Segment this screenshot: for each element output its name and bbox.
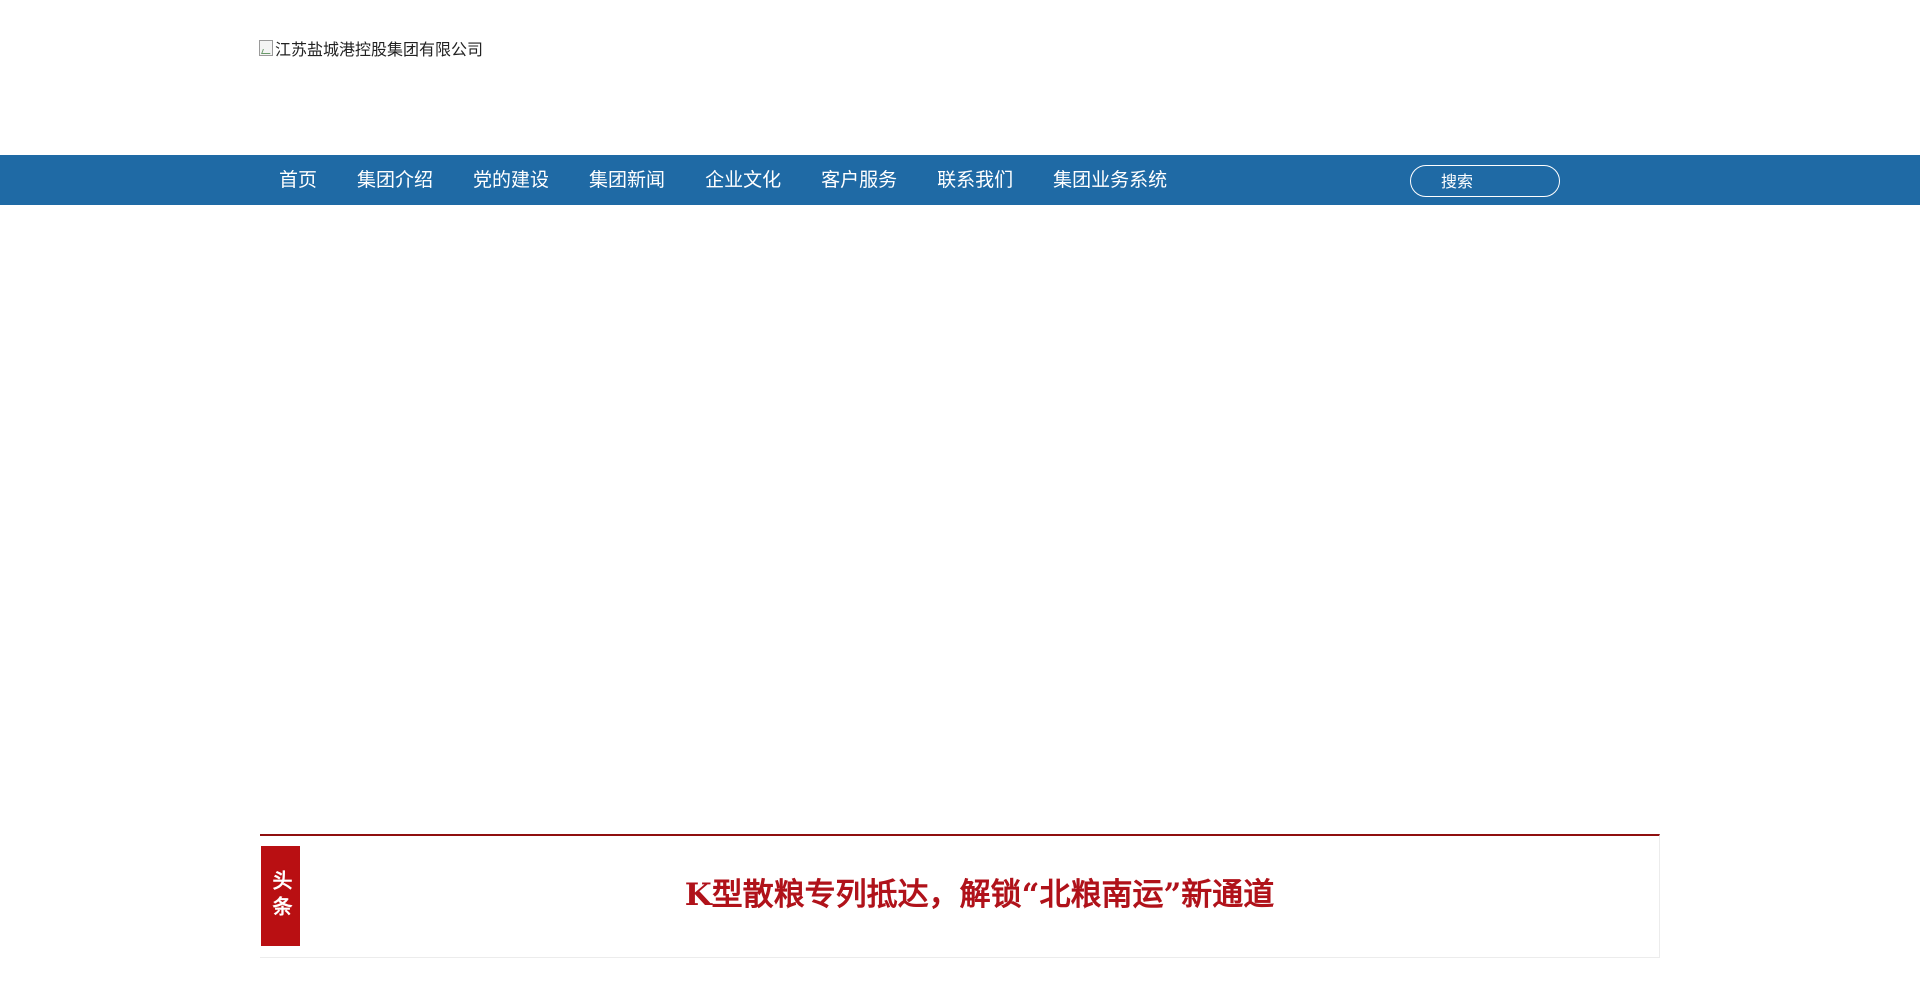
nav-list: 首页 集团介绍 党的建设 集团新闻 企业文化 客户服务 联系我们 集团业务系统 bbox=[259, 155, 1187, 205]
main-navbar: 首页 集团介绍 党的建设 集团新闻 企业文化 客户服务 联系我们 集团业务系统 bbox=[0, 155, 1920, 205]
nav-item-group-news[interactable]: 集团新闻 bbox=[569, 155, 685, 205]
site-logo-link[interactable]: 江苏盐城港控股集团有限公司 bbox=[259, 36, 483, 60]
headline-tag: 头条 bbox=[261, 846, 300, 946]
site-logo-alt-text: 江苏盐城港控股集团有限公司 bbox=[275, 40, 484, 59]
nav-item-corporate-culture[interactable]: 企业文化 bbox=[685, 155, 801, 205]
headline-title-link[interactable]: K型散粮专列抵达，解锁“北粮南运”新通道 bbox=[300, 836, 1659, 946]
site-header: 江苏盐城港控股集团有限公司 bbox=[0, 0, 1920, 155]
nav-item-group-intro[interactable]: 集团介绍 bbox=[337, 155, 453, 205]
hero-banner bbox=[0, 205, 1920, 825]
nav-item-contact-us[interactable]: 联系我们 bbox=[917, 155, 1033, 205]
nav-item-business-system[interactable]: 集团业务系统 bbox=[1033, 155, 1187, 205]
search-input[interactable] bbox=[1441, 171, 1551, 191]
search-box bbox=[1410, 165, 1560, 197]
headline-news: 头条 K型散粮专列抵达，解锁“北粮南运”新通道 bbox=[260, 834, 1660, 958]
nav-item-party-building[interactable]: 党的建设 bbox=[453, 155, 569, 205]
nav-item-customer-service[interactable]: 客户服务 bbox=[801, 155, 917, 205]
broken-image-icon bbox=[259, 40, 273, 56]
nav-item-home[interactable]: 首页 bbox=[259, 155, 337, 205]
